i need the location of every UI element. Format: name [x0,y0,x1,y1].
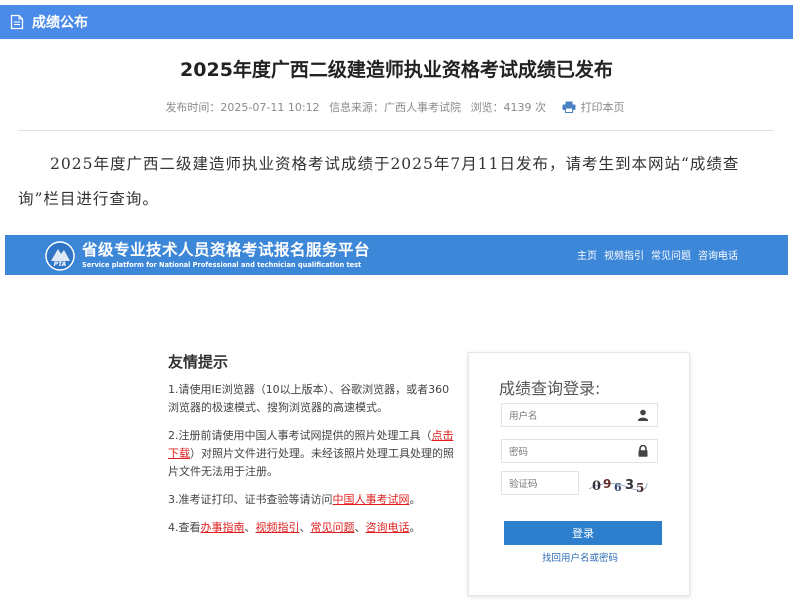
document-icon [10,14,24,30]
tips-title: 友情提示 [168,353,229,371]
tip-text: 3.准考证打印、证书查验等请访问 [168,493,333,506]
username-input[interactable] [502,405,627,428]
tip-browser: 1.请使用IE浏览器（10以上版本）、谷歌浏览器，或者360浏览器的极速模式、搜… [168,383,450,414]
publish-time: 发布时间：2025-07-11 10:12 [165,101,320,114]
nav-faq[interactable]: 常见问题 [651,247,691,262]
platform-banner: PTA 省级专业技术人员资格考试报名服务平台 Service platform … [5,235,788,275]
tip-text: 。 [409,521,421,534]
tip-cpta: 3.准考证打印、证书查验等请访问中国人事考试网。 [168,491,458,509]
user-icon [637,409,649,421]
nav-home[interactable]: 主页 [577,247,597,262]
forgot-credentials-link[interactable]: 找回用户名或密码 [469,550,691,564]
login-card: 成绩查询登录: 0 9 6 3 5 登录 找回用户名或密码 [468,352,690,596]
captcha-input[interactable] [502,473,574,496]
tip-text: 。 [409,493,421,506]
article-body: 2025年度广西二级建造师执业资格考试成绩于2025年7月11日发布，请考生到本… [18,155,740,208]
captcha-field [501,471,579,496]
video-guide-link[interactable]: 视频指引 [256,521,300,534]
tip-text: 4.查看 [168,521,201,534]
captcha-char: 0 [592,479,601,494]
platform-nav: 主页 视频指引 常见问题 咨询电话 [570,247,738,262]
section-title: 成绩公布 [32,15,88,31]
captcha-image[interactable]: 0 9 6 3 5 [587,471,649,497]
nav-video-guide[interactable]: 视频指引 [604,247,644,262]
platform-subtitle: Service platform for National Profession… [82,261,362,269]
login-title: 成绩查询登录: [499,379,601,398]
password-input[interactable] [502,441,627,464]
faq-link[interactable]: 常见问题 [311,521,355,534]
lock-icon [638,445,648,457]
print-page-link[interactable]: 打印本页 [556,101,628,114]
username-field [501,403,658,428]
section-header-bar: 成绩公布 [0,5,793,39]
hotline-link[interactable]: 咨询电话 [366,521,410,534]
login-button[interactable]: 登录 [504,521,662,545]
tip-links: 4.查看办事指南、视频指引、常见问题、咨询电话。 [168,519,458,537]
article-title: 2025年度广西二级建造师执业资格考试成绩已发布 [180,59,613,81]
tip-text: 2.注册前请使用中国人事考试网提供的照片处理工具（ [168,429,432,442]
pta-logo-icon: PTA [45,241,75,271]
captcha-char: 6 [614,481,622,494]
tip-photo-tool: 2.注册前请使用中国人事考试网提供的照片处理工具（点击下载）对照片文件进行处理。… [168,427,458,481]
info-source: 信息来源：广西人事考试院 [329,101,462,114]
print-label: 打印本页 [580,101,625,114]
platform-title: 省级专业技术人员资格考试报名服务平台 [82,241,371,259]
nav-hotline[interactable]: 咨询电话 [698,247,738,262]
separator: 、 [244,521,256,534]
tip-text: ）对照片文件进行处理。未经该照片处理工具处理的照片文件无法用于注册。 [168,447,454,478]
password-field [501,439,658,464]
captcha-char: 3 [625,478,634,493]
printer-icon [562,101,576,113]
separator: 、 [354,521,366,534]
captcha-char: 9 [603,477,611,491]
view-count: 浏览：4139 次 [470,101,547,114]
guide-link[interactable]: 办事指南 [201,521,245,534]
logo-text: PTA [54,261,67,268]
captcha-char: 5 [636,481,644,495]
cpta-link[interactable]: 中国人事考试网 [333,493,410,506]
separator: 、 [299,521,311,534]
tips-panel: 友情提示 1.请使用IE浏览器（10以上版本）、谷歌浏览器，或者360浏览器的极… [168,351,458,547]
divider [18,130,774,131]
article-meta: 发布时间：2025-07-11 10:12 信息来源：广西人事考试院 浏览：41… [0,99,793,115]
